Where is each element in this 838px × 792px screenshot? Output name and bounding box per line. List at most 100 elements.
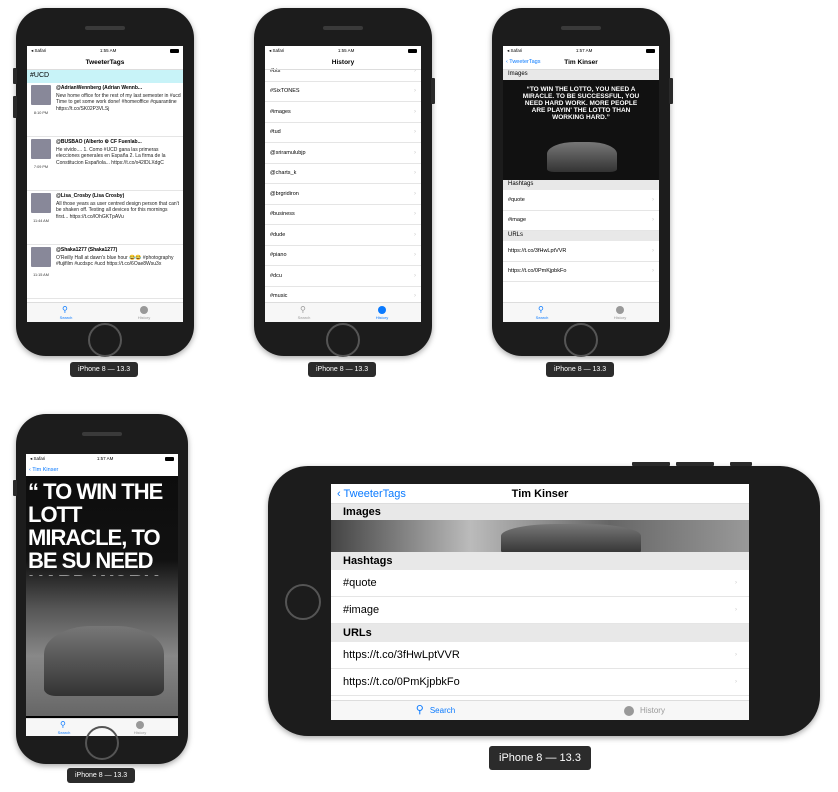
- image-strip[interactable]: [331, 520, 749, 552]
- url-row[interactable]: https://t.co/0PmKjpbkFo ›: [503, 262, 659, 282]
- phone-image: ◂ Safari 1:57 AM ‹ Tim Kinser “ TO WIN TH…: [13, 414, 188, 764]
- tab-history[interactable]: History: [343, 303, 421, 322]
- battery-icon: [165, 456, 174, 461]
- home-button[interactable]: [88, 323, 122, 357]
- hashtag-list[interactable]: #quote › #image ›: [503, 190, 659, 231]
- tweet-text: New home office for the rest of my last …: [56, 93, 181, 112]
- chevron-right-icon: ›: [652, 247, 654, 254]
- tweet-time: 11:15 AM: [33, 273, 49, 277]
- search-input[interactable]: #UCD: [27, 70, 183, 83]
- hashtag-row[interactable]: #quote ›: [331, 570, 749, 597]
- back-button[interactable]: ‹ TweeterTags: [337, 488, 406, 500]
- history-item[interactable]: #piano ›: [265, 246, 421, 266]
- history-item[interactable]: @brgridiron ›: [265, 184, 421, 205]
- chevron-right-icon: ›: [414, 190, 416, 197]
- url-row[interactable]: https://t.co/0PmKjpbkFo ›: [331, 669, 749, 696]
- chevron-right-icon: ›: [652, 217, 654, 224]
- phone-detail: ◂ Safari 1:57 AM ‹ TweeterTags Tim Kinser …: [492, 8, 673, 357]
- hashtag-list[interactable]: #quote › #image ›: [331, 570, 749, 624]
- clock-icon: [136, 720, 144, 729]
- tab-history[interactable]: History: [540, 701, 749, 720]
- images-header: Images: [331, 504, 749, 520]
- tab-search[interactable]: ⚲ Search: [265, 303, 343, 322]
- chevron-right-icon: ›: [652, 196, 654, 203]
- search-icon: ⚲: [538, 304, 544, 314]
- avatar: [31, 85, 51, 105]
- hashtag-row[interactable]: #quote ›: [503, 190, 659, 211]
- zoomed-image[interactable]: “ TO WIN THE LOTT MIRACLE, TO BE SU NEED…: [26, 476, 178, 716]
- detail-screen: ◂ Safari 1:57 AM ‹ TweeterTags Tim Kinser …: [503, 46, 659, 322]
- history-item[interactable]: #dcu ›: [265, 266, 421, 287]
- phone-history: ◂ Safari 1:55 AM History #bts › #SixTONES › #…: [254, 8, 435, 357]
- tab-history[interactable]: History: [581, 303, 659, 322]
- device-caption: iPhone 8 — 13.3: [308, 362, 377, 377]
- home-button[interactable]: [326, 323, 360, 357]
- car-image: [44, 626, 164, 696]
- clock-icon: [378, 305, 386, 314]
- history-item[interactable]: #images ›: [265, 102, 421, 123]
- tab-search[interactable]: ⚲ Search: [27, 303, 105, 322]
- chevron-right-icon: ›: [652, 268, 654, 275]
- status-bar: ◂ Safari 1:55 AM: [265, 46, 421, 55]
- tab-history[interactable]: History: [105, 303, 183, 322]
- tweet-list[interactable]: 8:10 PM @AdrianWennberg (Adrian Wennb...…: [27, 83, 183, 299]
- history-item[interactable]: @charts_k ›: [265, 164, 421, 184]
- history-list[interactable]: #bts › #SixTONES › #images › #tud › @sriramulubj…: [265, 61, 421, 322]
- clock-icon: [140, 305, 148, 314]
- status-bar: ◂ Safari 1:57 AM: [26, 454, 178, 463]
- tweet-row[interactable]: 8:10 PM @AdrianWennberg (Adrian Wennb...…: [27, 83, 183, 137]
- tweet-user: @Shaka1277 (Shaka1277): [56, 247, 118, 253]
- tweet-user: @BUSBAO (Alberto ⚙ CF Fuenlab...: [56, 139, 142, 145]
- url-list[interactable]: https://t.co/3fHwLptVVR › https://t.co/0Pm…: [503, 241, 659, 282]
- home-button[interactable]: [85, 726, 119, 760]
- avatar: [31, 193, 51, 213]
- status-bar: ◂ Safari 1:55 AM: [27, 46, 183, 55]
- tweet-text: He vivido.... 1. Como #UCD gana las prim…: [56, 147, 166, 166]
- tweet-row[interactable]: 7:09 PM @BUSBAO (Alberto ⚙ CF Fuenlab...…: [27, 137, 183, 191]
- battery-icon: [408, 48, 417, 53]
- clock-icon: [616, 305, 624, 314]
- page-title: History: [331, 58, 355, 66]
- tab-search[interactable]: ⚲ Search: [503, 303, 581, 322]
- home-button[interactable]: [564, 323, 598, 357]
- url-list[interactable]: https://t.co/3fHwLptVVR › https://t.co/0Pm…: [331, 642, 749, 696]
- car-image: [501, 524, 641, 552]
- chevron-right-icon: ›: [414, 252, 416, 259]
- chevron-right-icon: ›: [735, 652, 737, 658]
- back-button[interactable]: ‹ Tim Kinser: [29, 467, 58, 473]
- back-button[interactable]: ‹ TweeterTags: [506, 59, 540, 65]
- history-item[interactable]: #business ›: [265, 205, 421, 225]
- clock-icon: [624, 705, 635, 716]
- chevron-right-icon: ›: [735, 679, 737, 685]
- tab-search[interactable]: ⚲ Search: [331, 701, 540, 720]
- history-item[interactable]: #SixTONES ›: [265, 82, 421, 102]
- quote-image[interactable]: “TO WIN THE LOTTO, YOU NEED A MIRACLE. T…: [503, 80, 659, 180]
- avatar: [31, 247, 51, 267]
- status-bar: ◂ Safari 1:57 AM: [503, 46, 659, 55]
- simulator-canvas: ◂ Safari 1:55 AM TweeterTags #UCD 8:10 PM…: [0, 0, 838, 792]
- search-icon: ⚲: [62, 304, 68, 314]
- chevron-right-icon: ›: [414, 231, 416, 238]
- chevron-right-icon: ›: [414, 293, 416, 300]
- history-item[interactable]: @sriramulubjp ›: [265, 143, 421, 164]
- nav-bar: ‹ TweeterTags Tim Kinser: [503, 55, 659, 70]
- device-caption: iPhone 8 — 13.3: [489, 746, 591, 770]
- url-row[interactable]: https://t.co/3fHwLptVVR ›: [331, 642, 749, 669]
- hashtag-row[interactable]: #image ›: [503, 211, 659, 231]
- tweet-user: @Lisa_Crosby (Lisa Crosby): [56, 193, 125, 199]
- chevron-right-icon: ›: [414, 211, 416, 218]
- search-icon: ⚲: [415, 704, 424, 716]
- tweet-row[interactable]: 11:15 AM @Shaka1277 (Shaka1277) O'Reilly …: [27, 245, 183, 299]
- device-caption: iPhone 8 — 13.3: [67, 768, 136, 783]
- home-button[interactable]: [285, 584, 321, 620]
- hashtag-row[interactable]: #image ›: [331, 597, 749, 624]
- tweet-row[interactable]: 11:44 AM @Lisa_Crosby (Lisa Crosby) All t…: [27, 191, 183, 245]
- history-item[interactable]: #dude ›: [265, 225, 421, 246]
- page-title: Tim Kinser: [511, 487, 569, 500]
- history-item[interactable]: #tud ›: [265, 123, 421, 143]
- tab-bar: ⚲ Search History: [503, 302, 659, 322]
- tweet-time: 11:44 AM: [33, 219, 49, 223]
- phone-landscape: ‹ TweeterTags Tim Kinser Images Hashtags …: [268, 462, 820, 736]
- url-row[interactable]: https://t.co/3fHwLptVVR ›: [503, 241, 659, 262]
- chevron-right-icon: ›: [414, 170, 416, 177]
